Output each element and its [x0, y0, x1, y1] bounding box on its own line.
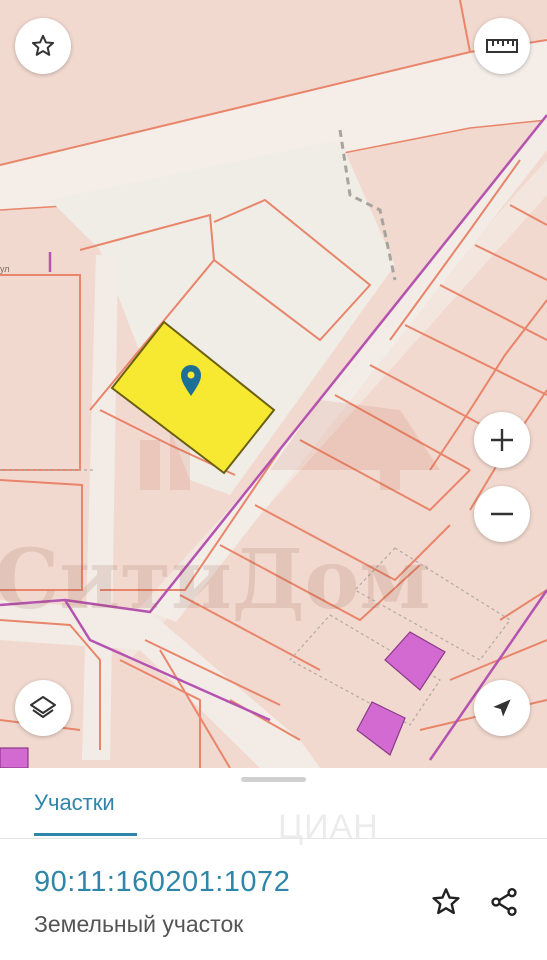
zoom-out-button[interactable]: [474, 486, 530, 542]
tab-parcels[interactable]: Участки: [34, 790, 115, 816]
property-type: Земельный участок: [34, 911, 244, 937]
navigation-arrow-icon: [493, 699, 511, 717]
cadastral-number[interactable]: 90:11:160201:1072: [34, 866, 290, 899]
map-view[interactable]: ул СитиДом: [0, 0, 547, 768]
plus-icon: [491, 429, 513, 451]
star-icon: [31, 34, 55, 56]
street-label: ул: [0, 264, 10, 274]
share-button[interactable]: [484, 882, 524, 922]
map-canvas[interactable]: ул СитиДом: [0, 0, 547, 768]
sheet-watermark: ЦИАН: [278, 808, 379, 846]
favorite-map-button[interactable]: [15, 18, 71, 74]
star-outline-icon: [432, 888, 460, 915]
minus-icon: [491, 512, 513, 516]
map-watermark: СитиДом: [0, 532, 431, 628]
zoom-in-button[interactable]: [474, 412, 530, 468]
layers-icon: [30, 696, 56, 718]
sheet-drag-handle[interactable]: [241, 777, 306, 782]
divider: [0, 838, 547, 839]
locate-button[interactable]: [474, 680, 530, 736]
ruler-icon: [486, 39, 518, 53]
favorite-button[interactable]: [426, 882, 466, 922]
share-icon: [491, 888, 517, 916]
tab-underline: [34, 833, 137, 836]
layers-button[interactable]: [15, 680, 71, 736]
ruler-button[interactable]: [474, 18, 530, 74]
